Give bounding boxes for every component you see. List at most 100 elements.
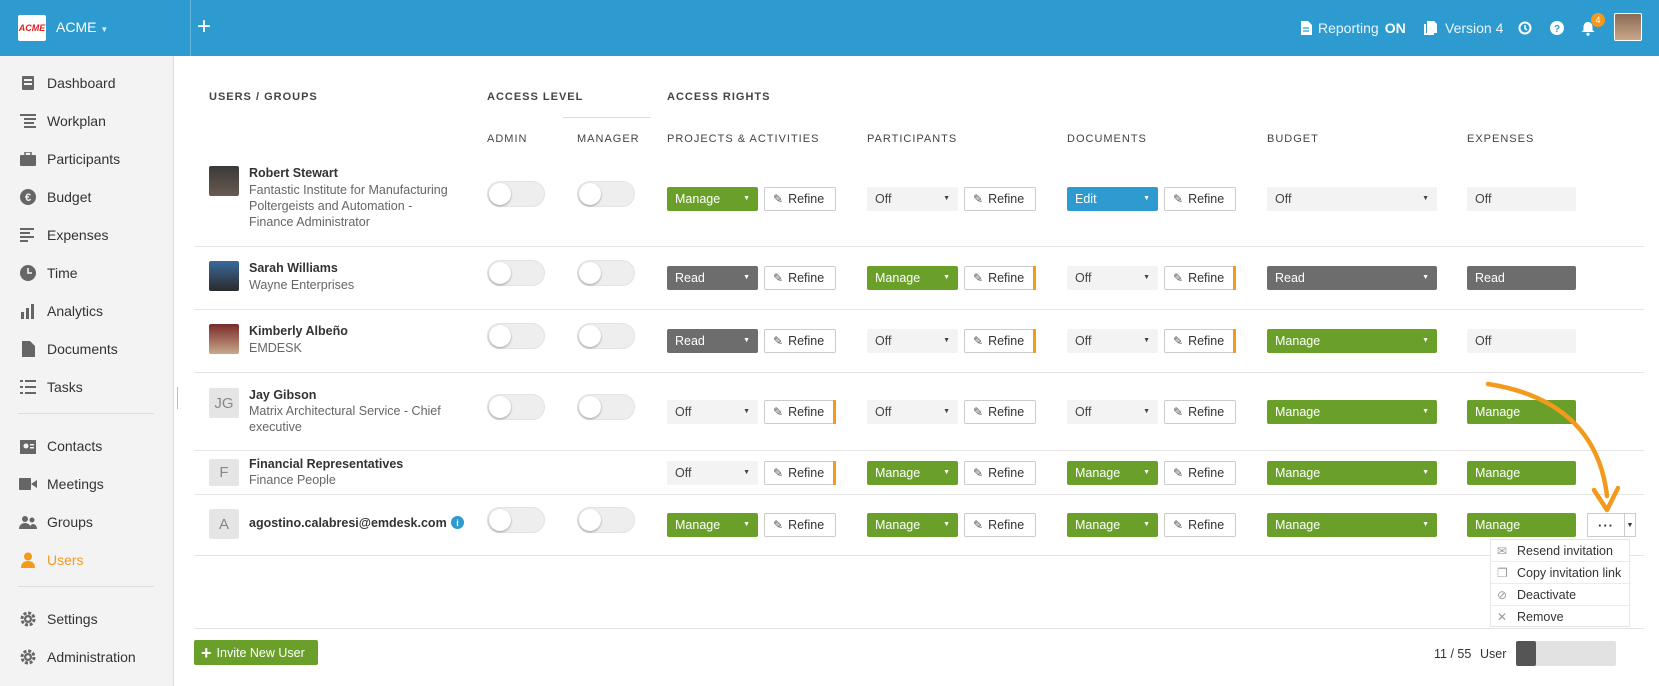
sidebar-item-analytics[interactable]: Analytics xyxy=(0,296,174,326)
header-expenses: EXPENSES xyxy=(1467,133,1535,145)
refine-button[interactable]: ✎ Refine xyxy=(1164,187,1236,211)
menu-item-deactivate[interactable]: ⊘ Deactivate xyxy=(1491,584,1631,606)
admin-toggle[interactable] xyxy=(487,394,545,420)
pencil-icon: ✎ xyxy=(773,192,784,206)
refine-button[interactable]: ✎ Refine xyxy=(764,513,836,537)
refine-button[interactable]: ✎ Refine xyxy=(964,400,1036,424)
participants-access-select[interactable]: Off ▼ xyxy=(867,400,958,424)
projects-access-select[interactable]: Off ▼ xyxy=(667,400,758,424)
admin-toggle[interactable] xyxy=(487,507,545,533)
sidebar-item-contacts[interactable]: Contacts xyxy=(0,431,174,461)
sidebar-item-expenses[interactable]: Expenses xyxy=(0,220,174,250)
refine-button[interactable]: ✎ Refine xyxy=(764,329,836,353)
refine-button[interactable]: ✎ Refine xyxy=(1164,513,1236,537)
budget-access-select[interactable]: Manage ▼ xyxy=(1267,400,1437,424)
refine-button[interactable]: ✎ Refine xyxy=(764,461,836,485)
expenses-access-select[interactable]: Off xyxy=(1467,187,1576,211)
help-icon[interactable]: ? xyxy=(1550,0,1564,56)
pencil-icon: ✎ xyxy=(1173,518,1184,532)
sidebar-item-meetings[interactable]: Meetings xyxy=(0,469,174,499)
manager-toggle[interactable] xyxy=(577,507,635,533)
euro-icon: € xyxy=(19,189,37,205)
participants-access-select[interactable]: Off ▼ xyxy=(867,187,958,211)
participants-access-select[interactable]: Manage ▼ xyxy=(867,513,958,537)
workspace-switcher[interactable]: ACME ▼ xyxy=(56,19,108,35)
version-selector[interactable]: Version 4 xyxy=(1424,0,1503,56)
sidebar-item-tasks[interactable]: Tasks xyxy=(0,372,174,402)
manager-toggle[interactable] xyxy=(577,260,635,286)
chevron-down-icon[interactable]: ▼ xyxy=(1624,513,1636,537)
refine-button[interactable]: ✎ Refine xyxy=(964,461,1036,485)
expenses-access-select[interactable]: Read xyxy=(1467,266,1576,290)
reporting-toggle[interactable]: Reporting ON xyxy=(1300,0,1406,56)
projects-access-select[interactable]: Manage ▼ xyxy=(667,187,758,211)
sidebar-item-participants[interactable]: Participants xyxy=(0,144,174,174)
menu-item-remove[interactable]: ✕ Remove xyxy=(1491,606,1631,628)
budget-access-select[interactable]: Read ▼ xyxy=(1267,266,1437,290)
refine-button[interactable]: ✎ Refine xyxy=(1164,461,1236,485)
sidebar-item-workplan[interactable]: Workplan xyxy=(0,106,174,136)
admin-toggle[interactable] xyxy=(487,323,545,349)
user-filter-toggle[interactable] xyxy=(1516,641,1616,666)
user-avatar[interactable] xyxy=(1614,13,1642,41)
documents-access-select[interactable]: Manage ▼ xyxy=(1067,513,1158,537)
budget-access-select[interactable]: Off ▼ xyxy=(1267,187,1437,211)
sidebar-item-dashboard[interactable]: Dashboard xyxy=(0,68,174,98)
documents-access-select[interactable]: Off ▼ xyxy=(1067,329,1158,353)
sidebar-item-users[interactable]: Users xyxy=(0,545,174,575)
manager-toggle[interactable] xyxy=(577,323,635,349)
refine-button[interactable]: ✎ Refine xyxy=(964,187,1036,211)
history-icon[interactable] xyxy=(1518,0,1532,56)
acme-logo[interactable]: ACME xyxy=(18,15,46,41)
budget-access-select[interactable]: Manage ▼ xyxy=(1267,461,1437,485)
refine-button[interactable]: ✎ Refine xyxy=(764,187,836,211)
refine-button[interactable]: ✎ Refine xyxy=(764,266,836,290)
menu-item-resend-invitation[interactable]: ✉ Resend invitation xyxy=(1491,540,1631,562)
sidebar-divider xyxy=(18,586,154,587)
pencil-icon: ✎ xyxy=(773,271,784,285)
sidebar-item-label: Documents xyxy=(47,341,118,357)
sidebar-item-documents[interactable]: Documents xyxy=(0,334,174,364)
sidebar-item-groups[interactable]: Groups xyxy=(0,507,174,537)
refine-button[interactable]: ✎ Refine xyxy=(1164,266,1236,290)
sidebar-item-administration[interactable]: Administration xyxy=(0,642,174,672)
participants-access-select[interactable]: Manage ▼ xyxy=(867,266,958,290)
admin-toggle[interactable] xyxy=(487,181,545,207)
invite-new-user-button[interactable]: + Invite New User xyxy=(194,640,318,665)
documents-access-select[interactable]: Edit ▼ xyxy=(1067,187,1158,211)
projects-access-select[interactable]: Read ▼ xyxy=(667,329,758,353)
resize-handle[interactable] xyxy=(177,387,178,409)
participants-access-select[interactable]: Manage ▼ xyxy=(867,461,958,485)
manager-toggle[interactable] xyxy=(577,394,635,420)
refine-button[interactable]: ✎ Refine xyxy=(1164,329,1236,353)
reporting-state: ON xyxy=(1384,20,1406,36)
budget-access-select[interactable]: Manage ▼ xyxy=(1267,513,1437,537)
bell-icon[interactable] xyxy=(1581,0,1595,56)
manager-toggle[interactable] xyxy=(577,181,635,207)
clock-icon xyxy=(19,265,37,281)
refine-button[interactable]: ✎ Refine xyxy=(964,329,1036,353)
participants-access-select[interactable]: Off ▼ xyxy=(867,329,958,353)
plus-icon[interactable]: + xyxy=(197,14,211,40)
refine-button[interactable]: ✎ Refine xyxy=(764,400,836,424)
sidebar-item-budget[interactable]: € Budget xyxy=(0,182,174,212)
refine-button[interactable]: ✎ Refine xyxy=(964,513,1036,537)
documents-access-select[interactable]: Off ▼ xyxy=(1067,266,1158,290)
sidebar-item-time[interactable]: Time xyxy=(0,258,174,288)
sidebar-item-settings[interactable]: Settings xyxy=(0,604,174,634)
expenses-access-select[interactable]: Off xyxy=(1467,329,1576,353)
sidebar-item-label: Expenses xyxy=(47,227,109,243)
projects-access-select[interactable]: Read ▼ xyxy=(667,266,758,290)
projects-access-select[interactable]: Manage ▼ xyxy=(667,513,758,537)
refine-button[interactable]: ✎ Refine xyxy=(964,266,1036,290)
info-icon[interactable]: i xyxy=(451,516,464,529)
documents-access-select[interactable]: Manage ▼ xyxy=(1067,461,1158,485)
row-divider xyxy=(194,555,1644,556)
menu-item-copy-invitation-link[interactable]: ❐ Copy invitation link xyxy=(1491,562,1631,584)
projects-access-select[interactable]: Off ▼ xyxy=(667,461,758,485)
refine-button[interactable]: ✎ Refine xyxy=(1164,400,1236,424)
budget-access-select[interactable]: Manage ▼ xyxy=(1267,329,1437,353)
header-documents: DOCUMENTS xyxy=(1067,133,1147,145)
documents-access-select[interactable]: Off ▼ xyxy=(1067,400,1158,424)
admin-toggle[interactable] xyxy=(487,260,545,286)
